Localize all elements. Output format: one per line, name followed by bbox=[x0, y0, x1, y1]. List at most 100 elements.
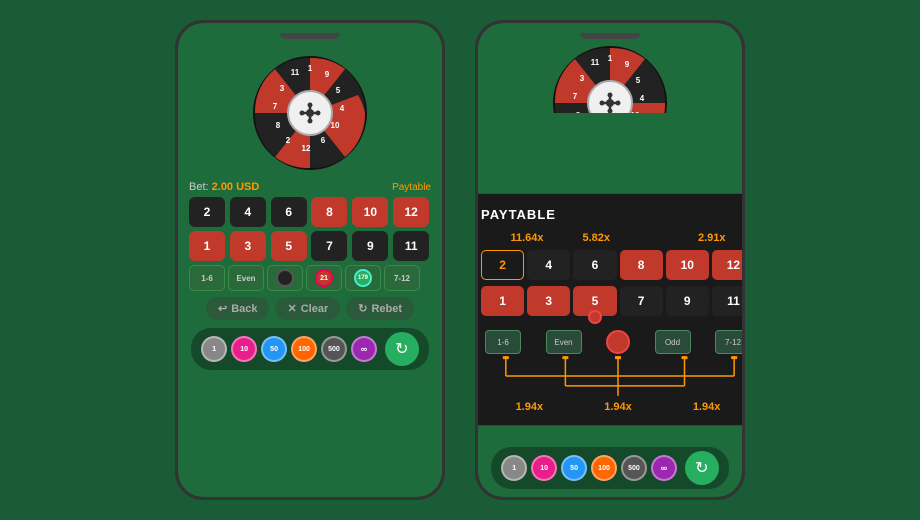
back-button[interactable]: ↩ Back bbox=[206, 297, 270, 320]
grid-cell-9[interactable]: 9 bbox=[352, 231, 388, 261]
pt-special-odd: Odd bbox=[655, 330, 691, 354]
paytable-title: PAYTABLE bbox=[481, 207, 556, 222]
paytable-link[interactable]: Paytable bbox=[392, 182, 431, 193]
svg-text:11: 11 bbox=[291, 68, 300, 77]
special-row: 1-6 Even 21 179 7-12 bbox=[189, 265, 431, 291]
bet-black-chip[interactable] bbox=[267, 265, 303, 291]
multiplier-11: 11.64x bbox=[510, 232, 543, 244]
bet-odd[interactable]: 179 bbox=[345, 265, 381, 291]
rebet-button[interactable]: ↻ Rebet bbox=[346, 297, 414, 320]
svg-text:2: 2 bbox=[286, 136, 291, 145]
pt-cell-2: 2 bbox=[481, 250, 524, 280]
grid-cell-11[interactable]: 11 bbox=[393, 231, 429, 261]
phone2-notch bbox=[580, 33, 640, 39]
svg-text:8: 8 bbox=[276, 121, 281, 130]
grid-cell-4[interactable]: 4 bbox=[230, 197, 266, 227]
phone-2: 1 9 5 4 10 6 12 2 8 7 3 11 PAYTABLE bbox=[475, 20, 745, 500]
pt-cell-11: 11 bbox=[712, 286, 745, 316]
paytable-modal: PAYTABLE × 11.64x 5.82x 2.91x 2 4 6 8 10 bbox=[475, 193, 745, 426]
chip2-500[interactable]: 500 bbox=[621, 455, 647, 481]
bet-label: Bet: 2.00 USD bbox=[189, 181, 259, 193]
grid-cell-1[interactable]: 1 bbox=[189, 231, 225, 261]
svg-text:3: 3 bbox=[580, 74, 585, 83]
svg-text:8: 8 bbox=[576, 111, 581, 113]
svg-text:1: 1 bbox=[608, 54, 613, 63]
svg-text:3: 3 bbox=[280, 84, 285, 93]
chip-50[interactable]: 50 bbox=[261, 336, 287, 362]
chips-row: 1 10 50 100 500 ∞ ↻ bbox=[191, 328, 429, 370]
grid-cell-6[interactable]: 6 bbox=[271, 197, 307, 227]
chip2-extra[interactable]: ∞ bbox=[651, 455, 677, 481]
phone2-screen: 1 9 5 4 10 6 12 2 8 7 3 11 PAYTABLE bbox=[478, 23, 742, 497]
chip2-1[interactable]: 1 bbox=[501, 455, 527, 481]
multiplier-5: 5.82x bbox=[583, 232, 611, 244]
pt-cell-5: 5 bbox=[573, 286, 616, 316]
svg-text:9: 9 bbox=[625, 60, 630, 69]
paytable-connection-lines bbox=[481, 356, 745, 396]
pt-cell-1: 1 bbox=[481, 286, 524, 316]
paytable-grid-row2: 1 3 5 7 9 11 bbox=[481, 286, 745, 316]
paytable-bottom-multipliers: 1.94x 1.94x 1.94x bbox=[481, 401, 745, 413]
grid-cell-5[interactable]: 5 bbox=[271, 231, 307, 261]
wheel-partial: 1 9 5 4 10 6 12 2 8 7 3 11 bbox=[550, 43, 670, 113]
bet-1-6[interactable]: 1-6 bbox=[189, 265, 225, 291]
chips-row-2: 1 10 50 100 500 ∞ ↻ bbox=[491, 447, 729, 489]
pt-cell-10: 10 bbox=[666, 250, 709, 280]
pt-special-1-6: 1-6 bbox=[485, 330, 521, 354]
svg-text:9: 9 bbox=[325, 70, 330, 79]
grid-cell-12[interactable]: 12 bbox=[393, 197, 429, 227]
grid-cell-2[interactable]: 2 bbox=[189, 197, 225, 227]
svg-text:1: 1 bbox=[308, 64, 313, 73]
bet-even[interactable]: Even bbox=[228, 265, 264, 291]
phone1-screen: 1 9 5 4 10 6 12 2 8 7 3 11 Bet: bbox=[178, 23, 442, 497]
paytable-grid-row1: 2 4 6 8 10 12 bbox=[481, 250, 745, 280]
chip-extra[interactable]: ∞ bbox=[351, 336, 377, 362]
back-icon: ↩ bbox=[218, 302, 227, 315]
pt-cell-8: 8 bbox=[620, 250, 663, 280]
spin-button-2[interactable]: ↻ bbox=[685, 451, 719, 485]
svg-text:7: 7 bbox=[273, 102, 278, 111]
bet-red-chip[interactable]: 21 bbox=[306, 265, 342, 291]
svg-text:12: 12 bbox=[302, 144, 311, 153]
chip-100[interactable]: 100 bbox=[291, 336, 317, 362]
spin-button[interactable]: ↻ bbox=[385, 332, 419, 366]
pt-cell-4: 4 bbox=[527, 250, 570, 280]
clear-button[interactable]: ✕ Clear bbox=[275, 297, 340, 320]
grid-cell-3[interactable]: 3 bbox=[230, 231, 266, 261]
svg-text:7: 7 bbox=[573, 92, 578, 101]
bet-7-12[interactable]: 7-12 bbox=[384, 265, 420, 291]
chip2-50[interactable]: 50 bbox=[561, 455, 587, 481]
multiplier-bottom-1: 1.94x bbox=[516, 401, 544, 413]
chip-1[interactable]: 1 bbox=[201, 336, 227, 362]
chip2-100[interactable]: 100 bbox=[591, 455, 617, 481]
pt-ball bbox=[606, 330, 630, 354]
paytable-header: PAYTABLE × bbox=[481, 206, 745, 222]
svg-text:6: 6 bbox=[321, 136, 326, 145]
wheel2-svg: 1 9 5 4 10 6 12 2 8 7 3 11 bbox=[550, 43, 670, 113]
svg-text:5: 5 bbox=[336, 86, 341, 95]
multiplier-2: 2.91x bbox=[698, 232, 726, 244]
svg-text:4: 4 bbox=[340, 104, 345, 113]
paytable-lines-section: 1-6 Even Odd 7-12 bbox=[481, 322, 745, 413]
bet-grid-row2: 1 3 5 7 9 11 bbox=[189, 231, 431, 261]
chip-10[interactable]: 10 bbox=[231, 336, 257, 362]
multiplier-bottom-2: 1.94x bbox=[604, 401, 632, 413]
chip2-10[interactable]: 10 bbox=[531, 455, 557, 481]
bet-grid-row1: 2 4 6 8 10 12 bbox=[189, 197, 431, 227]
pt-cell-7: 7 bbox=[620, 286, 663, 316]
phone-1: 1 9 5 4 10 6 12 2 8 7 3 11 Bet: bbox=[175, 20, 445, 500]
roulette-wheel: 1 9 5 4 10 6 12 2 8 7 3 11 bbox=[250, 53, 370, 173]
grid-cell-7[interactable]: 7 bbox=[311, 231, 347, 261]
pt-cell-6: 6 bbox=[573, 250, 616, 280]
svg-text:4: 4 bbox=[640, 94, 645, 103]
clear-icon: ✕ bbox=[287, 302, 296, 315]
chip-500[interactable]: 500 bbox=[321, 336, 347, 362]
grid-cell-8[interactable]: 8 bbox=[311, 197, 347, 227]
svg-text:5: 5 bbox=[636, 76, 641, 85]
svg-text:10: 10 bbox=[331, 121, 340, 130]
grid-cell-10[interactable]: 10 bbox=[352, 197, 388, 227]
bet-amount: 2.00 USD bbox=[212, 181, 260, 193]
pt-cell-3: 3 bbox=[527, 286, 570, 316]
svg-text:10: 10 bbox=[631, 111, 640, 113]
phone-notch bbox=[280, 33, 340, 39]
